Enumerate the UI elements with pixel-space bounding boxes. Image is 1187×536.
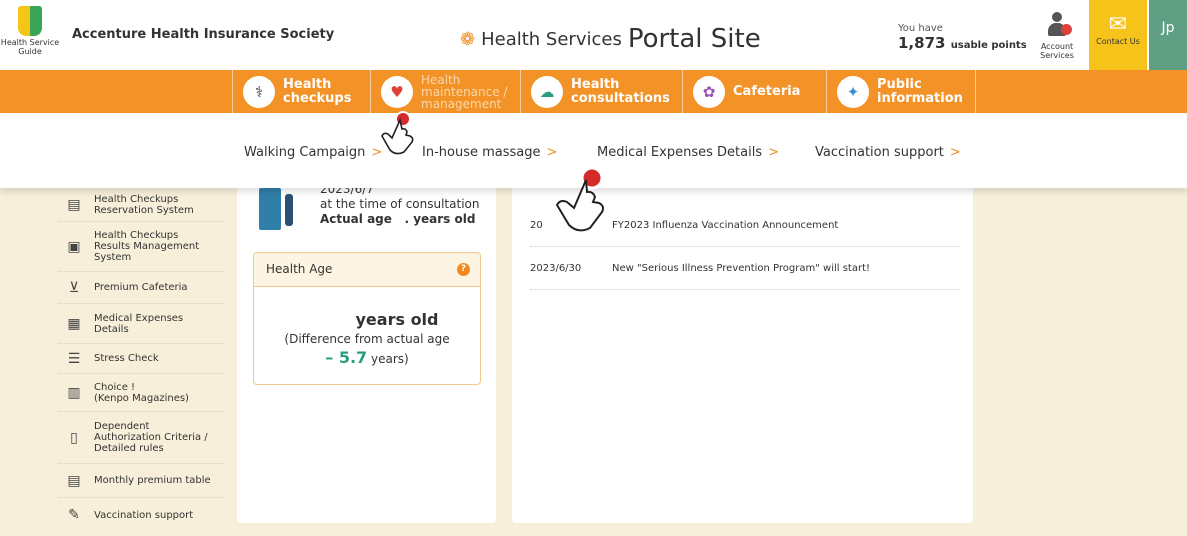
gift-icon: ✿ <box>693 75 725 108</box>
main-nav: ⚕ Health checkups ♥ Health maintenance /… <box>0 70 1187 113</box>
news-card: 20 FY2023 Influenza Vaccination Announce… <box>512 188 973 523</box>
submenu-in-house-massage[interactable]: In-house massage > <box>422 145 557 160</box>
calculator-icon: ▦ <box>67 315 81 332</box>
contact-label: Contact Us <box>1096 37 1140 46</box>
sidebar-item-label: Choice ! (Kenpo Magazines) <box>94 381 189 404</box>
sidebar-item-label: Vaccination support <box>94 509 194 521</box>
portal-title-prefix: Health Services <box>481 28 622 50</box>
sidebar-item-label: Medical Expenses Details <box>94 312 184 335</box>
smartphone-illustration-icon <box>259 188 293 232</box>
guide-label: Health Service Guide <box>0 38 60 56</box>
pointer-hand-icon <box>381 111 414 155</box>
envelope-icon: ✉ <box>1108 12 1128 37</box>
sidebar-item-label: Stress Check <box>94 353 159 364</box>
sidebar-item-checkup-results[interactable]: ▣ Health Checkups Results Management Sys… <box>58 222 223 272</box>
table-icon: ▤ <box>67 472 81 489</box>
health-age-value: years old <box>355 310 439 329</box>
nav-cafeteria[interactable]: ✿ Cafeteria <box>682 70 826 113</box>
magazine-icon: ▥ <box>67 384 81 401</box>
syringe-icon: ✎ <box>68 507 80 523</box>
account-icon <box>1046 12 1072 42</box>
society-name[interactable]: Accenture Health Insurance Society <box>72 27 334 42</box>
submenu-label: In-house massage <box>422 145 541 160</box>
difference-value: – 5.7 <box>325 348 368 367</box>
sidebar-item-label: Health Checkups Results Management Syste… <box>94 230 200 263</box>
news-title: New "Serious Illness Prevention Program"… <box>612 262 871 274</box>
submenu-walking-campaign[interactable]: Walking Campaign > <box>244 145 382 160</box>
points-value: 1,873 <box>898 34 946 52</box>
consultation-text: at the time of consultation <box>320 197 480 211</box>
calendar-icon: ▤ <box>67 196 81 213</box>
sidebar-item-dependent-criteria[interactable]: ▯ Dependent Authorization Criteria / Det… <box>58 412 223 464</box>
nav-public-information[interactable]: ✦ Public information <box>826 70 975 113</box>
actual-age-suffix: . years old <box>404 212 476 226</box>
nav-label: Cafeteria <box>733 83 801 99</box>
points-label: You have <box>898 23 943 34</box>
heart-icon: ♥ <box>381 75 413 108</box>
account-label: Account Services <box>1040 42 1074 60</box>
nav-health-consultations[interactable]: ☁ Health consultations <box>520 70 682 113</box>
pointer-hand-icon <box>555 166 604 232</box>
cart-icon: ⊻ <box>68 279 80 296</box>
difference-label: (Difference from actual age <box>284 332 450 346</box>
news-title: FY2023 Influenza Vaccination Announcemen… <box>612 219 839 231</box>
news-item[interactable]: 2023/6/30 New "Serious Illness Preventio… <box>530 247 960 290</box>
news-date: 2023/6/30 <box>530 262 582 274</box>
nav-label: Health consultations <box>571 76 670 106</box>
portal-title-main: Portal Site <box>627 24 761 54</box>
sidebar-item-stress-check[interactable]: ☰ Stress Check <box>58 344 223 374</box>
nav-label: Health maintenance / management <box>421 72 508 111</box>
sidebar-item-vaccination-support[interactable]: ✎ Vaccination support <box>58 498 223 532</box>
actual-age-label: Actual age <box>320 212 392 226</box>
sidebar-item-label: Premium Cafeteria <box>94 282 188 293</box>
nav-health-checkups[interactable]: ⚕ Health checkups <box>232 70 370 113</box>
health-age-box: Health Age ? years old (Difference from … <box>253 252 481 385</box>
submenu-label: Walking Campaign <box>244 145 366 160</box>
flower-logo-icon: ❁ <box>460 28 476 50</box>
beginner-mark-icon <box>18 6 42 36</box>
sidebar-item-checkup-reservation[interactable]: ▤ Health Checkups Reservation System <box>58 188 223 222</box>
sidebar-item-premium-cafeteria[interactable]: ⊻ Premium Cafeteria <box>58 272 223 304</box>
sidebar-item-kenpo-magazines[interactable]: ▥ Choice ! (Kenpo Magazines) <box>58 374 223 412</box>
sidebar: ▤ Health Checkups Reservation System ▣ H… <box>58 188 223 536</box>
chevron-right-icon: > <box>768 145 779 160</box>
chevron-right-icon: > <box>546 145 558 160</box>
sidebar-item-label: Dependent Authorization Criteria / Detai… <box>94 421 208 454</box>
document-icon: ▯ <box>70 429 78 446</box>
header: Health Service Guide Accenture Health In… <box>0 0 1187 70</box>
nav-label: Public information <box>877 76 963 106</box>
sidebar-item-label: Monthly premium table <box>94 475 211 486</box>
account-services-button[interactable]: Account Services <box>1032 12 1082 60</box>
submenu-label: Vaccination support <box>815 145 944 160</box>
nav-health-maintenance[interactable]: ♥ Health maintenance / management <box>370 70 520 113</box>
nav-label: Health checkups <box>283 76 352 106</box>
language-toggle[interactable]: Jp <box>1149 0 1187 70</box>
contact-us-button[interactable]: ✉ Contact Us <box>1089 0 1147 70</box>
portal-title[interactable]: ❁ Health Services Portal Site <box>460 24 761 54</box>
points-suffix: usable points <box>950 40 1027 51</box>
chat-bubbles-icon: ☁ <box>531 75 563 108</box>
health-service-guide-link[interactable]: Health Service Guide <box>0 6 60 56</box>
help-icon[interactable]: ? <box>457 263 470 276</box>
megaphone-icon: ✦ <box>837 75 869 108</box>
chevron-right-icon: > <box>949 145 961 160</box>
consultation-info: 2023/6/7 at the time of consultation Act… <box>320 182 480 226</box>
sidebar-item-medical-expenses[interactable]: ▦ Medical Expenses Details <box>58 304 223 344</box>
health-age-card: 2023/6/7 at the time of consultation Act… <box>237 182 496 523</box>
points-display: You have 1,873 usable points <box>898 23 1027 52</box>
checklist-icon: ☰ <box>67 350 81 367</box>
clipboard-icon: ▣ <box>67 238 81 255</box>
difference-unit: years) <box>371 352 409 366</box>
health-age-title: Health Age <box>266 262 333 276</box>
sidebar-item-monthly-premium[interactable]: ▤ Monthly premium table <box>58 464 223 498</box>
submenu-medical-expenses[interactable]: Medical Expenses Details > <box>597 145 779 160</box>
submenu-vaccination-support[interactable]: Vaccination support > <box>815 145 961 160</box>
sidebar-item-label: Health Checkups Reservation System <box>94 193 194 216</box>
submenu-label: Medical Expenses Details <box>597 145 763 160</box>
stethoscope-icon: ⚕ <box>243 75 275 108</box>
